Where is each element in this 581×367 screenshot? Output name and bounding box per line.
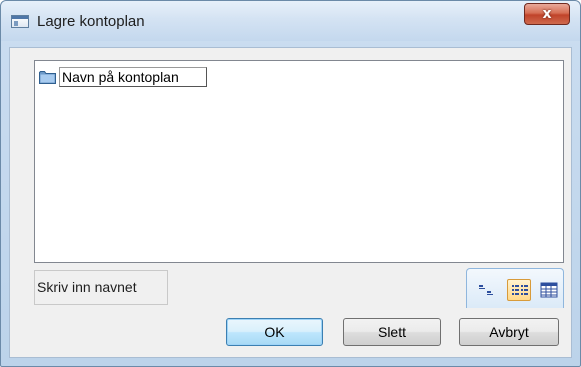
status-text: Skriv inn navnet bbox=[34, 270, 168, 305]
list-view-icon bbox=[512, 285, 528, 295]
dialog-window: Lagre kontoplan x Navn på kontoplan Skri… bbox=[0, 0, 581, 367]
list-view-button[interactable] bbox=[507, 279, 531, 301]
folder-icon bbox=[39, 71, 56, 84]
small-icons-view-button[interactable] bbox=[475, 279, 499, 301]
dialog-body: Navn på kontoplan Skriv inn navnet OK Sl… bbox=[9, 47, 572, 358]
small-icons-view-icon bbox=[479, 285, 493, 295]
window-title: Lagre kontoplan bbox=[37, 13, 145, 30]
details-view-button[interactable] bbox=[537, 279, 561, 301]
list-view[interactable]: Navn på kontoplan bbox=[34, 60, 564, 263]
item-name-edit[interactable]: Navn på kontoplan bbox=[59, 67, 207, 87]
details-view-icon bbox=[540, 282, 558, 298]
close-button[interactable]: x bbox=[524, 3, 570, 25]
delete-button[interactable]: Slett bbox=[343, 318, 441, 346]
title-bar[interactable]: Lagre kontoplan x bbox=[1, 1, 580, 41]
window-icon bbox=[11, 15, 29, 28]
ok-button[interactable]: OK bbox=[226, 318, 323, 346]
cancel-button[interactable]: Avbryt bbox=[459, 318, 559, 346]
view-mode-group bbox=[466, 268, 564, 308]
